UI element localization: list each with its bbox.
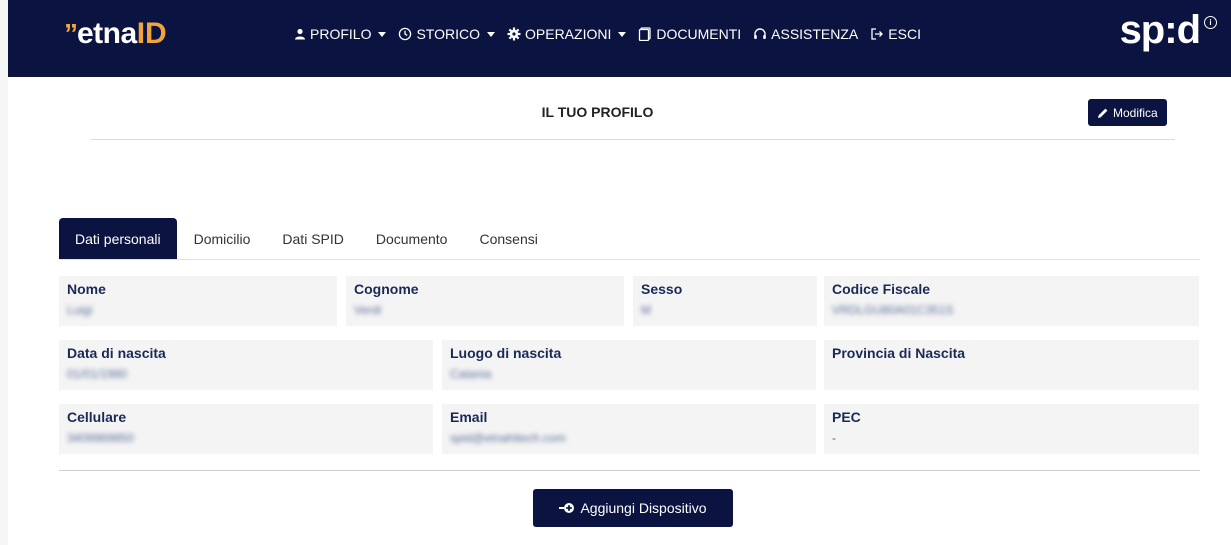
divider bbox=[59, 259, 1200, 260]
field-value: Luigi bbox=[67, 303, 93, 317]
field-value: spid@etnahitech.com bbox=[450, 431, 566, 445]
spid-logo-text: sp:d bbox=[1119, 8, 1201, 52]
profile-tabs: Dati personali Domicilio Dati SPID Docum… bbox=[59, 218, 554, 260]
logout-icon bbox=[871, 28, 884, 40]
add-device-button[interactable]: Aggiungi Dispositivo bbox=[533, 489, 733, 527]
chevron-down-icon bbox=[618, 31, 627, 37]
headset-icon bbox=[754, 28, 766, 39]
info-icon: i bbox=[1204, 16, 1217, 29]
field-email: Email spid@etnahitech.com bbox=[442, 404, 816, 454]
tab-consensi[interactable]: Consensi bbox=[463, 218, 553, 260]
main-nav: PROFILO STORICO OPERAZIONI DOCUMENTI ASS… bbox=[294, 24, 933, 44]
field-cellulare: Cellulare 3409969850 bbox=[59, 404, 433, 454]
field-value: Catania bbox=[450, 367, 492, 381]
nav-operazioni-label: OPERAZIONI bbox=[525, 26, 612, 42]
field-luogo-nascita: Luogo di nascita Catania bbox=[442, 340, 816, 390]
field-label: Cellulare bbox=[67, 409, 127, 425]
tab-dati-spid[interactable]: Dati SPID bbox=[266, 218, 359, 260]
field-label: Sesso bbox=[641, 281, 683, 297]
device-plus-icon bbox=[559, 503, 575, 513]
field-nome: Nome Luigi bbox=[59, 276, 337, 326]
nav-documenti[interactable]: DOCUMENTI bbox=[638, 26, 741, 42]
user-icon bbox=[295, 28, 305, 40]
field-label: Email bbox=[450, 409, 488, 425]
spid-logo[interactable]: sp:d i bbox=[1120, 10, 1217, 50]
field-value: 01/01/1980 bbox=[67, 367, 128, 381]
nav-profilo-label: PROFILO bbox=[310, 26, 372, 42]
field-label: Codice Fiscale bbox=[832, 281, 931, 297]
edit-profile-label: Modifica bbox=[1113, 105, 1158, 120]
logo-mark: ” bbox=[64, 18, 78, 49]
field-value: 3409969850 bbox=[67, 431, 134, 445]
nav-assistenza-label: ASSISTENZA bbox=[771, 26, 859, 42]
field-pec: PEC - bbox=[824, 404, 1199, 454]
top-navbar: ” etna ID PROFILO STORICO OPERAZIONI DOC… bbox=[8, 0, 1231, 77]
field-value: Verdi bbox=[354, 303, 382, 317]
field-label: Nome bbox=[67, 281, 106, 297]
field-label: PEC bbox=[832, 409, 861, 425]
nav-documenti-label: DOCUMENTI bbox=[656, 26, 742, 42]
chevron-down-icon bbox=[378, 31, 387, 37]
nav-storico-label: STORICO bbox=[416, 26, 480, 42]
field-cognome: Cognome Verdi bbox=[346, 276, 624, 326]
logo-text-id: ID bbox=[136, 17, 167, 50]
tab-domicilio[interactable]: Domicilio bbox=[178, 218, 267, 260]
divider bbox=[59, 470, 1200, 471]
field-data-nascita: Data di nascita 01/01/1980 bbox=[59, 340, 433, 390]
nav-assistenza[interactable]: ASSISTENZA bbox=[753, 26, 858, 42]
field-value: M bbox=[641, 303, 651, 317]
nav-storico[interactable]: STORICO bbox=[398, 26, 495, 42]
nav-esci[interactable]: ESCI bbox=[870, 26, 921, 42]
nav-operazioni[interactable]: OPERAZIONI bbox=[507, 26, 627, 42]
add-device-label: Aggiungi Dispositivo bbox=[580, 500, 707, 516]
profile-card: IL TUO PROFILO Modifica Dati personali D… bbox=[8, 77, 1231, 545]
tab-dati-personali[interactable]: Dati personali bbox=[59, 218, 177, 260]
clock-icon bbox=[399, 27, 412, 41]
page-title: IL TUO PROFILO bbox=[541, 104, 654, 120]
tab-documento[interactable]: Documento bbox=[360, 218, 464, 260]
field-provincia-nascita: Provincia di Nascita bbox=[824, 340, 1199, 390]
field-label: Provincia di Nascita bbox=[832, 345, 966, 361]
nav-esci-label: ESCI bbox=[888, 26, 921, 42]
field-label: Cognome bbox=[354, 281, 419, 297]
field-codice-fiscale: Codice Fiscale VRDLGU80A01C351S bbox=[824, 276, 1199, 326]
field-value: VRDLGU80A01C351S bbox=[832, 303, 954, 317]
etnaid-logo[interactable]: ” etna ID bbox=[64, 16, 167, 52]
edit-profile-button[interactable]: Modifica bbox=[1088, 99, 1167, 126]
field-label: Data di nascita bbox=[67, 345, 166, 361]
document-icon bbox=[639, 27, 652, 41]
divider bbox=[91, 139, 1175, 140]
field-label: Luogo di nascita bbox=[450, 345, 562, 361]
field-value: - bbox=[832, 431, 836, 445]
gear-icon bbox=[507, 27, 521, 41]
chevron-down-icon bbox=[487, 31, 495, 37]
logo-text-etna: etna bbox=[77, 17, 137, 50]
nav-profilo[interactable]: PROFILO bbox=[294, 26, 387, 42]
field-sesso: Sesso M bbox=[633, 276, 817, 326]
pencil-icon bbox=[1098, 108, 1108, 118]
